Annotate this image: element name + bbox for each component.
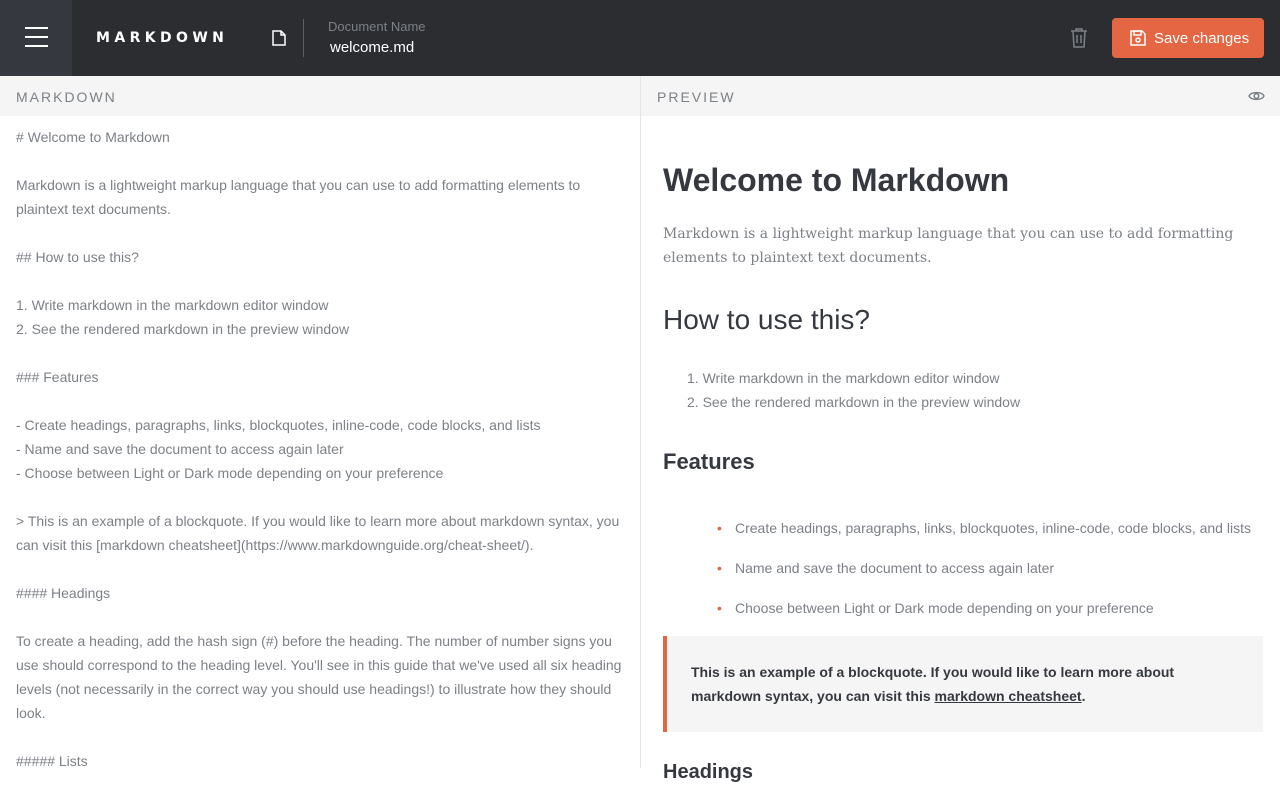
trash-icon[interactable] (1069, 27, 1089, 49)
preview-paragraph: Markdown is a lightweight markup languag… (663, 226, 1234, 266)
header-divider (303, 19, 304, 57)
editor-line: > This is an example of a blockquote. If… (16, 513, 620, 553)
editor-line: Markdown is a lightweight markup languag… (16, 177, 581, 217)
preview-heading-3: Features (663, 449, 755, 474)
hamburger-icon-bar (25, 27, 48, 29)
editor-blank-line (16, 389, 624, 413)
editor-blank-line (16, 221, 624, 245)
editor-blank-line (16, 725, 624, 749)
editor-blank-line (16, 605, 624, 629)
markdown-editor[interactable]: # Welcome to Markdown Markdown is a ligh… (16, 125, 624, 773)
pane-divider (640, 76, 641, 768)
editor-blank-line (16, 485, 624, 509)
top-bar: MARKDOWN Document Name welcome.md Save c… (0, 0, 1280, 76)
preview-heading-4: Headings (663, 761, 754, 783)
preview-pane-header: PREVIEW (641, 76, 1280, 116)
editor-line: To create a heading, add the hash sign (… (16, 633, 622, 721)
markdown-preview: Welcome to Markdown Markdown is a lightw… (663, 150, 1263, 786)
blockquote-text: This is an example of a blockquote. If y… (691, 664, 1175, 704)
document-icon (272, 30, 286, 46)
blockquote-end: . (1081, 688, 1086, 704)
preview-unordered-list: Create headings, paragraphs, links, bloc… (663, 516, 1263, 620)
list-item: 1. Write markdown in the markdown editor… (687, 370, 1000, 386)
list-item: Name and save the document to access aga… (717, 556, 1263, 580)
floppy-icon (1130, 30, 1146, 46)
editor-line: #### Headings (16, 585, 111, 601)
hamburger-icon-bar (25, 45, 48, 47)
editor-line: - Name and save the document to access a… (16, 441, 344, 457)
preview-blockquote: This is an example of a blockquote. If y… (663, 636, 1263, 732)
editor-blank-line (16, 269, 624, 293)
document-name-label: Document Name (328, 19, 426, 34)
editor-blank-line (16, 149, 624, 173)
list-item: Create headings, paragraphs, links, bloc… (717, 516, 1263, 540)
editor-blank-line (16, 557, 624, 581)
list-item: 2. See the rendered markdown in the prev… (687, 394, 1021, 410)
editor-pane-title: MARKDOWN (16, 89, 117, 105)
preview-pane-title: PREVIEW (657, 89, 736, 105)
hamburger-menu-button[interactable] (0, 0, 72, 76)
editor-line: # Welcome to Markdown (16, 129, 170, 145)
list-item: Choose between Light or Dark mode depend… (717, 596, 1263, 620)
editor-line: - Choose between Light or Dark mode depe… (16, 465, 444, 481)
save-changes-label: Save changes (1154, 30, 1250, 47)
app-logo: MARKDOWN (96, 30, 229, 46)
editor-line: ### Features (16, 369, 99, 385)
editor-blank-line (16, 341, 624, 365)
editor-line: ##### Lists (16, 753, 88, 769)
editor-line: 1. Write markdown in the markdown editor… (16, 297, 329, 313)
hamburger-icon-bar (25, 36, 48, 38)
cheatsheet-link[interactable]: markdown cheatsheet (935, 688, 1082, 704)
save-changes-button[interactable]: Save changes (1112, 18, 1264, 58)
preview-ordered-list: 1. Write markdown in the markdown editor… (663, 366, 1263, 414)
editor-line: ## How to use this? (16, 249, 139, 265)
editor-line: 2. See the rendered markdown in the prev… (16, 321, 350, 337)
preview-heading-1: Welcome to Markdown (663, 162, 1010, 198)
editor-line: - Create headings, paragraphs, links, bl… (16, 417, 541, 433)
eye-icon[interactable] (1248, 89, 1265, 103)
preview-heading-2: How to use this? (663, 304, 870, 335)
editor-pane-header: MARKDOWN (0, 76, 640, 116)
document-name-input[interactable]: welcome.md (330, 39, 414, 56)
